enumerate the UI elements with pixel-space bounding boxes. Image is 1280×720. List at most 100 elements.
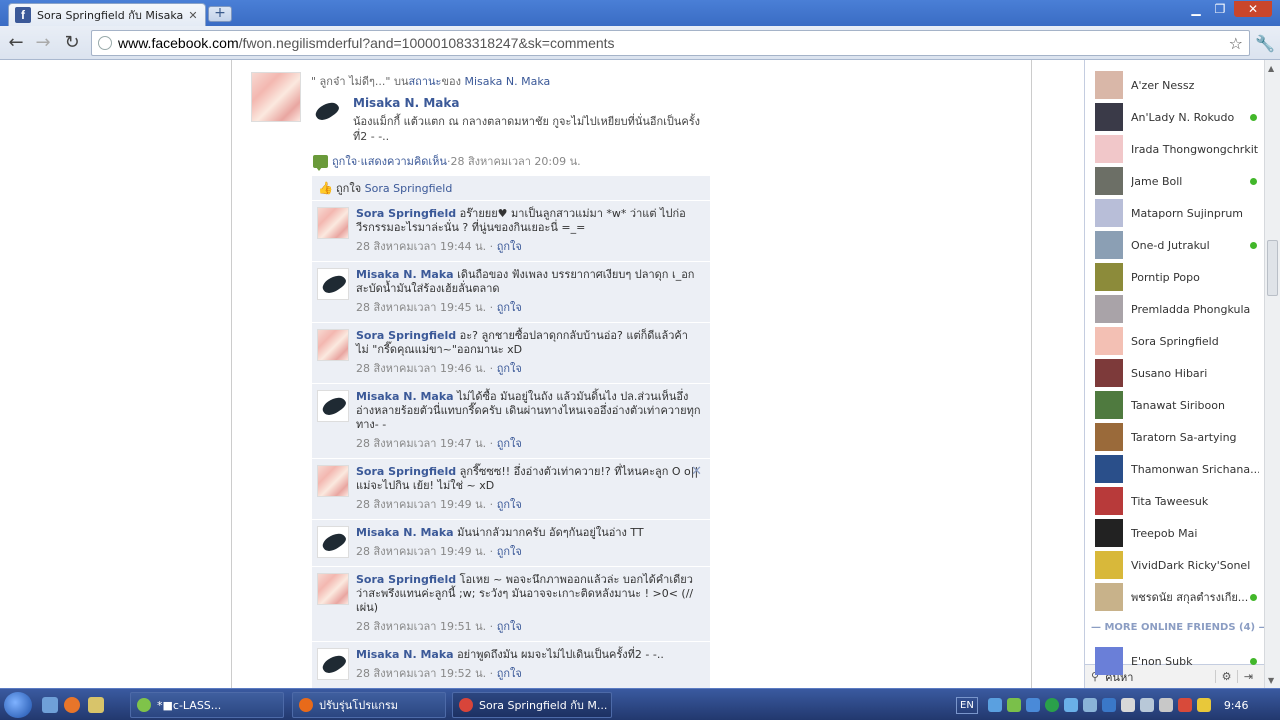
scroll-thumb[interactable] — [1267, 240, 1278, 296]
comment-time[interactable]: 28 สิงหาคมเวลา 19:52 น. — [356, 667, 486, 680]
commenter-name[interactable]: Misaka N. Maka — [356, 526, 454, 539]
scroll-down-icon[interactable]: ▼ — [1268, 676, 1274, 685]
commenter-avatar[interactable] — [317, 573, 349, 605]
chat-friend[interactable]: Treepob Mai — [1095, 518, 1259, 548]
forward-icon[interactable]: → — [32, 32, 54, 54]
reload-icon[interactable]: ↻ — [61, 32, 83, 54]
chat-friend[interactable]: E'non Subk — [1095, 646, 1259, 676]
chat-friend[interactable]: VividDark Ricky'Sonel — [1095, 550, 1259, 580]
comment-like-link[interactable]: ถูกใจ — [497, 240, 522, 253]
chat-friend[interactable]: Susano Hibari — [1095, 358, 1259, 388]
commenter-name[interactable]: Sora Springfield — [356, 207, 456, 220]
chat-friend[interactable]: Taratorn Sa-artying — [1095, 422, 1259, 452]
more-online-header[interactable]: — MORE ONLINE FRIENDS (4) — — [1091, 622, 1269, 633]
commenter-avatar[interactable] — [317, 648, 349, 680]
chat-friend[interactable]: Irada Thongwongchrkit — [1095, 134, 1259, 164]
comment-like-link[interactable]: ถูกใจ — [497, 437, 522, 450]
commenter-avatar[interactable] — [317, 329, 349, 361]
commenter-name[interactable]: Misaka N. Maka — [356, 648, 454, 661]
commenter-avatar[interactable] — [317, 390, 349, 422]
comment-time[interactable]: 28 สิงหาคมเวลา 19:49 น. — [356, 498, 486, 511]
new-tab-button[interactable]: + — [208, 6, 232, 22]
shared-author-name[interactable]: Misaka N. Maka — [353, 96, 459, 110]
language-indicator[interactable]: EN — [956, 696, 978, 714]
scrollbar[interactable]: ▲ ▼ — [1264, 60, 1280, 688]
commenter-name[interactable]: Sora Springfield — [356, 329, 456, 342]
comment-time[interactable]: 28 สิงหาคมเวลา 19:49 น. — [356, 545, 486, 558]
volume-icon[interactable] — [1158, 698, 1173, 712]
friend-avatar — [1095, 263, 1123, 291]
chat-friend[interactable]: Mataporn Sujinprum — [1095, 198, 1259, 228]
story-author-link[interactable]: Misaka N. Maka — [464, 75, 550, 88]
chat-friend[interactable]: Thamonwan Srichana... — [1095, 454, 1259, 484]
commenter-avatar[interactable] — [317, 465, 349, 497]
comment-time[interactable]: 28 สิงหาคมเวลา 19:45 น. — [356, 301, 486, 314]
shared-avatar[interactable] — [311, 96, 345, 130]
chat-friend[interactable]: An'Lady N. Rokudo — [1095, 102, 1259, 132]
comment-time[interactable]: 28 สิงหาคมเวลา 19:46 น. — [356, 362, 486, 375]
tray-app-icon[interactable] — [1101, 698, 1116, 712]
comment-time[interactable]: 28 สิงหาคมเวลา 19:47 น. — [356, 437, 486, 450]
chat-friend[interactable]: Jame Boll — [1095, 166, 1259, 196]
start-button[interactable] — [4, 692, 32, 718]
story-time[interactable]: 28 สิงหาคมเวลา 20:09 น. — [450, 152, 580, 170]
chat-friend[interactable]: Premladda Phongkula — [1095, 294, 1259, 324]
show-desktop-icon[interactable] — [42, 697, 58, 713]
wrench-icon[interactable]: 🔧 — [1255, 34, 1275, 53]
tray-app-icon[interactable] — [1063, 698, 1078, 712]
comment-like-link[interactable]: ถูกใจ — [497, 301, 522, 314]
commenter-avatar[interactable] — [317, 207, 349, 239]
tray-app-icon[interactable] — [1139, 698, 1154, 712]
chat-friend[interactable]: Porntip Popo — [1095, 262, 1259, 292]
taskbar-app-icon — [459, 698, 473, 712]
comment-like-link[interactable]: ถูกใจ — [497, 620, 522, 633]
tray-app-icon[interactable] — [1177, 698, 1192, 712]
commenter-name[interactable]: Sora Springfield — [356, 465, 456, 478]
chat-friend[interactable]: One-d Jutrakul — [1095, 230, 1259, 260]
like-link[interactable]: ถูกใจ — [332, 152, 357, 170]
tray-app-icon[interactable] — [1196, 698, 1211, 712]
comment-like-link[interactable]: ถูกใจ — [497, 545, 522, 558]
back-icon[interactable]: ← — [5, 32, 27, 54]
liker-link[interactable]: Sora Springfield — [365, 182, 453, 195]
story-avatar[interactable] — [251, 72, 301, 122]
taskbar-button[interactable]: ปรับรุ่นโปรแกรม — [292, 692, 446, 718]
firefox-icon[interactable] — [64, 697, 80, 713]
taskbar-button[interactable]: *■c-LASS... — [130, 692, 284, 718]
star-icon[interactable]: ☆ — [1229, 34, 1243, 53]
commenter-avatar[interactable] — [317, 526, 349, 558]
browser-tab[interactable]: f Sora Springfield กับ Misaka N. M ✕ — [8, 3, 206, 26]
commenter-name[interactable]: Misaka N. Maka — [356, 268, 454, 281]
address-bar[interactable]: www.facebook.com/fwon.negilismderful?and… — [91, 30, 1250, 56]
comment-like-link[interactable]: ถูกใจ — [497, 498, 522, 511]
scroll-up-icon[interactable]: ▲ — [1268, 64, 1274, 73]
close-window-icon[interactable]: ✕ — [1234, 1, 1272, 17]
comment-time[interactable]: 28 สิงหาคมเวลา 19:51 น. — [356, 620, 486, 633]
chat-friend[interactable]: Tita Taweesuk — [1095, 486, 1259, 516]
tray-app-icon[interactable] — [1120, 698, 1135, 712]
chat-friend[interactable]: Tanawat Siriboon — [1095, 390, 1259, 420]
commenter-name[interactable]: Sora Springfield — [356, 573, 456, 586]
comment-link[interactable]: แสดงความคิดเห็น — [361, 152, 447, 170]
minimize-icon[interactable]: ▁ — [1186, 1, 1206, 17]
status-link[interactable]: สถานะ — [408, 75, 441, 88]
chat-friend[interactable]: พชรดนัย สกุลตำรงเกีย... — [1095, 582, 1259, 612]
comment-like-link[interactable]: ถูกใจ — [497, 362, 522, 375]
chat-friend[interactable]: A'zer Nessz — [1095, 70, 1259, 100]
commenter-avatar[interactable] — [317, 268, 349, 300]
chat-friend[interactable]: Sora Springfield — [1095, 326, 1259, 356]
taskbar-button[interactable]: Sora Springfield กับ M... — [452, 692, 612, 718]
delete-comment-icon[interactable]: ✕ — [691, 464, 702, 479]
utorrent-icon[interactable] — [1044, 698, 1059, 712]
network-icon[interactable] — [987, 698, 1002, 712]
tab-close-icon[interactable]: ✕ — [187, 9, 199, 22]
clock[interactable]: 9:46 — [1224, 699, 1249, 712]
restore-icon[interactable]: ❐ — [1210, 1, 1230, 17]
tray-app-icon[interactable] — [1025, 698, 1040, 712]
comment-time[interactable]: 28 สิงหาคมเวลา 19:44 น. — [356, 240, 486, 253]
commenter-name[interactable]: Misaka N. Maka — [356, 390, 454, 403]
app-icon[interactable] — [88, 697, 104, 713]
tray-app-icon[interactable] — [1082, 698, 1097, 712]
comment-like-link[interactable]: ถูกใจ — [497, 667, 522, 680]
tray-app-icon[interactable] — [1006, 698, 1021, 712]
